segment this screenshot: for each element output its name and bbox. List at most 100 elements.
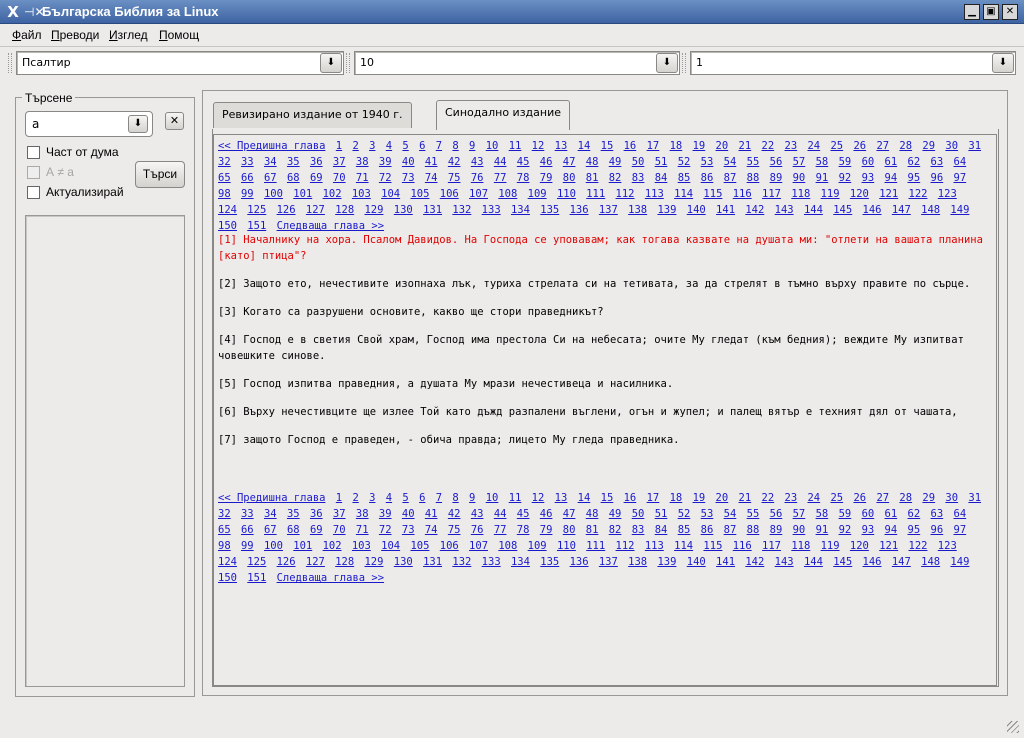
chapter-link[interactable]: 105 xyxy=(410,188,429,200)
chapter-link[interactable]: 69 xyxy=(310,172,323,184)
chapter-link[interactable]: 93 xyxy=(862,524,875,536)
chapter-link[interactable]: 25 xyxy=(830,140,843,152)
chapter-link[interactable]: 29 xyxy=(922,140,935,152)
chapter-link[interactable]: 77 xyxy=(494,524,507,536)
chapter-link[interactable]: 13 xyxy=(555,140,568,152)
chapter-link[interactable]: 81 xyxy=(586,524,599,536)
chapter-link[interactable]: 131 xyxy=(423,204,442,216)
chapter-link[interactable]: 133 xyxy=(482,556,501,568)
dropdown-arrow-icon[interactable]: ⬇ xyxy=(656,53,678,73)
chapter-link[interactable]: 146 xyxy=(863,204,882,216)
chapter-link[interactable]: 79 xyxy=(540,524,553,536)
title-bar[interactable]: X ⊣✕ Българска Библия за Linux ▁ ▣ ✕ xyxy=(0,0,1024,24)
chapter-link[interactable]: 36 xyxy=(310,508,323,520)
chapter-link[interactable]: 144 xyxy=(804,204,823,216)
chapter-link[interactable]: 96 xyxy=(931,524,944,536)
chapter-link[interactable]: 87 xyxy=(724,172,737,184)
chapter-link[interactable]: 120 xyxy=(850,188,869,200)
chapter-link[interactable]: 72 xyxy=(379,524,392,536)
toolbar-grip[interactable] xyxy=(8,53,12,73)
chapter-link[interactable]: 125 xyxy=(247,556,266,568)
chapter-link[interactable]: 127 xyxy=(306,204,325,216)
book-selector[interactable]: Псалтир ⬇ xyxy=(16,51,344,75)
chapter-link[interactable]: 41 xyxy=(425,508,438,520)
chapter-link[interactable]: 122 xyxy=(909,188,928,200)
chapter-link[interactable]: 26 xyxy=(853,492,866,504)
chapter-link[interactable]: 58 xyxy=(816,156,829,168)
chapter-link[interactable]: 25 xyxy=(830,492,843,504)
chapter-link[interactable]: 33 xyxy=(241,508,254,520)
chapter-link[interactable]: 117 xyxy=(762,540,781,552)
chapter-link[interactable]: 39 xyxy=(379,508,392,520)
chapter-link[interactable]: 114 xyxy=(674,188,693,200)
chapter-link[interactable]: 108 xyxy=(498,540,517,552)
chapter-link[interactable]: 130 xyxy=(394,556,413,568)
chapter-link[interactable]: 86 xyxy=(701,524,714,536)
chapter-link[interactable]: 126 xyxy=(277,204,296,216)
chapter-link[interactable]: 99 xyxy=(241,540,254,552)
update-checkbox[interactable] xyxy=(27,186,40,199)
chapter-link[interactable]: 4 xyxy=(386,140,392,152)
chapter-link[interactable]: 100 xyxy=(264,188,283,200)
chapter-link[interactable]: 55 xyxy=(747,508,760,520)
chapter-link[interactable]: 136 xyxy=(570,556,589,568)
chapter-link[interactable]: 61 xyxy=(885,156,898,168)
chapter-link[interactable]: 22 xyxy=(762,492,775,504)
chapter-link[interactable]: 44 xyxy=(494,508,507,520)
chapter-link[interactable]: 70 xyxy=(333,172,346,184)
chapter-link[interactable]: 133 xyxy=(482,204,501,216)
chapter-link[interactable]: 151 xyxy=(247,220,266,232)
chapter-link[interactable]: 61 xyxy=(885,508,898,520)
tab-revised-1940[interactable]: Ревизирано издание от 1940 г. xyxy=(213,102,412,128)
chapter-link[interactable]: 52 xyxy=(678,508,691,520)
chapter-link[interactable]: 145 xyxy=(833,204,852,216)
chapter-link[interactable]: 21 xyxy=(739,492,752,504)
chapter-link[interactable]: 79 xyxy=(540,172,553,184)
chapter-link[interactable]: 22 xyxy=(762,140,775,152)
chapter-link[interactable]: 45 xyxy=(517,156,530,168)
chapter-link[interactable]: 82 xyxy=(609,524,622,536)
chapter-link[interactable]: 16 xyxy=(624,492,637,504)
chapter-link[interactable]: 75 xyxy=(448,524,461,536)
chapter-link[interactable]: 75 xyxy=(448,172,461,184)
verse-selector[interactable]: 1 ⬇ xyxy=(690,51,1016,75)
chapter-link[interactable]: 150 xyxy=(218,572,237,584)
chapter-link[interactable]: 20 xyxy=(716,140,729,152)
chapter-link[interactable]: 90 xyxy=(793,172,806,184)
chapter-link[interactable]: 65 xyxy=(218,172,231,184)
chapter-link[interactable]: 129 xyxy=(364,556,383,568)
chapter-link[interactable]: 109 xyxy=(528,540,547,552)
chapter-link[interactable]: 15 xyxy=(601,492,614,504)
dropdown-arrow-icon[interactable]: ⬇ xyxy=(320,53,342,73)
chapter-link[interactable]: 46 xyxy=(540,156,553,168)
chapter-link[interactable]: 125 xyxy=(247,204,266,216)
chapter-link[interactable]: 30 xyxy=(945,492,958,504)
chapter-link[interactable]: 122 xyxy=(909,540,928,552)
chapter-link[interactable]: 49 xyxy=(609,156,622,168)
chapter-link[interactable]: 28 xyxy=(899,492,912,504)
chapter-link[interactable]: 55 xyxy=(747,156,760,168)
chapter-link[interactable]: 35 xyxy=(287,156,300,168)
chapter-link[interactable]: 53 xyxy=(701,508,714,520)
partial-word-checkbox[interactable] xyxy=(27,146,40,159)
chapter-link[interactable]: 57 xyxy=(793,508,806,520)
chapter-link[interactable]: 83 xyxy=(632,172,645,184)
chapter-link[interactable]: 4 xyxy=(386,492,392,504)
chapter-link[interactable]: 137 xyxy=(599,556,618,568)
chapter-link[interactable]: 147 xyxy=(892,556,911,568)
chapter-link[interactable]: 113 xyxy=(645,540,664,552)
chapter-link[interactable]: 104 xyxy=(381,540,400,552)
chapter-link[interactable]: 115 xyxy=(703,188,722,200)
toolbar-grip[interactable] xyxy=(682,53,686,73)
chapter-link[interactable]: 50 xyxy=(632,156,645,168)
chapter-link[interactable]: 110 xyxy=(557,188,576,200)
chapter-link[interactable]: 43 xyxy=(471,508,484,520)
chapter-link[interactable]: 129 xyxy=(364,204,383,216)
chapter-link[interactable]: 18 xyxy=(670,140,683,152)
chapter-link[interactable]: 132 xyxy=(452,204,471,216)
chapter-link[interactable]: 57 xyxy=(793,156,806,168)
clear-search-button[interactable]: ✕ xyxy=(165,112,184,130)
chapter-link[interactable]: 112 xyxy=(616,188,635,200)
chapter-link[interactable]: 37 xyxy=(333,508,346,520)
chapter-link[interactable]: 140 xyxy=(687,204,706,216)
